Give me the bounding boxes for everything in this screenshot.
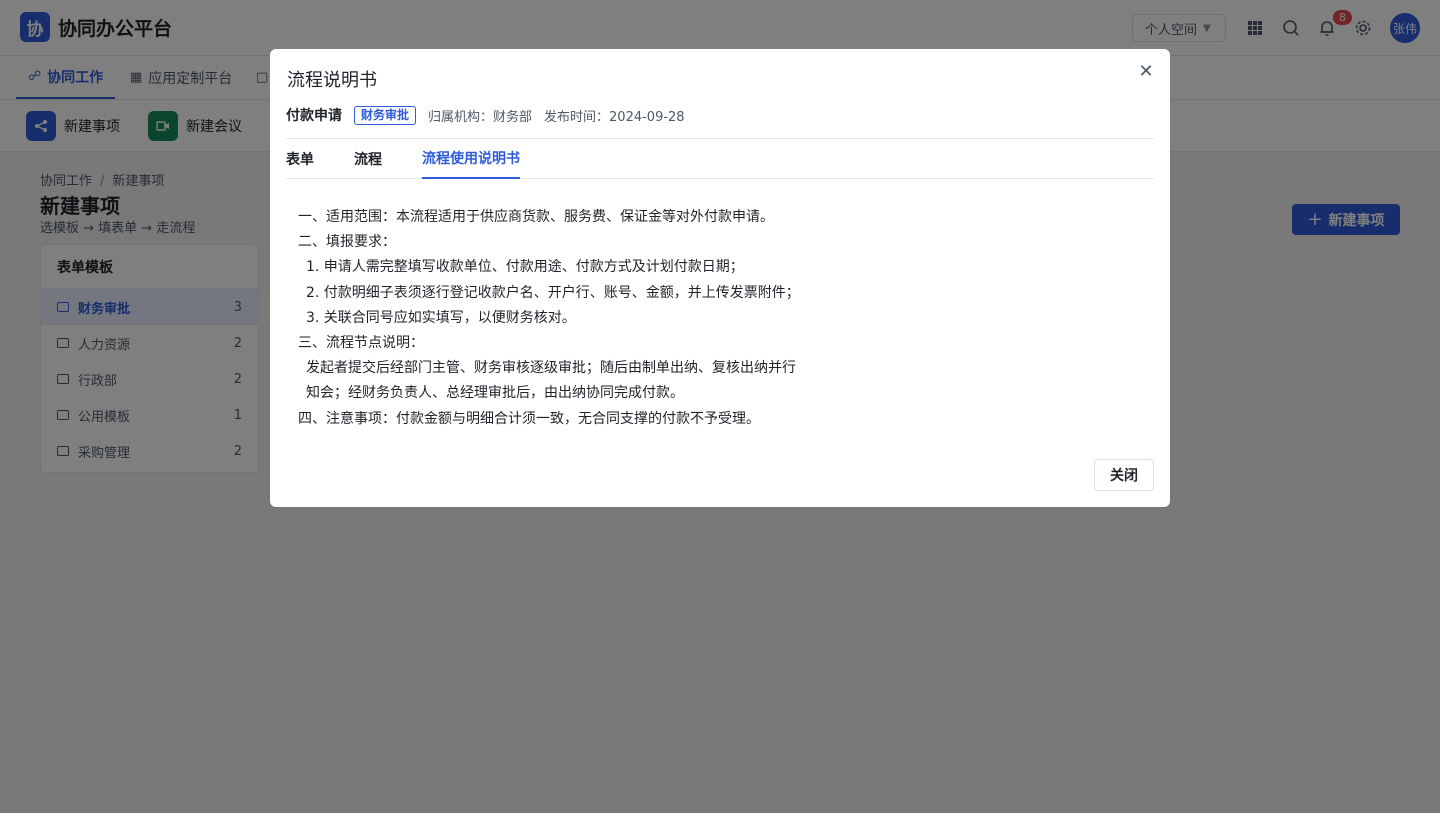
org-info: 归属机构：财务部	[428, 109, 533, 125]
dialog-title: 流程说明书	[287, 70, 377, 91]
manual-content: 一、适用范围：本流程适用于供应商货款、服务费、保证金等对外付款申请。 二、填报要…	[298, 205, 1138, 432]
manual-line: 2. 付款明细子表须逐行登记收款户名、开户行、账号、金额，并上传发票附件；	[306, 284, 800, 301]
manual-line: 知会；经财务负责人、总经理审批后，由出纳协同完成付款。	[306, 385, 684, 402]
dialog-tabs: 表单 流程 流程使用说明书	[286, 139, 1154, 179]
process-manual-dialog: 流程说明书 ✕ 付款申请 财务审批 归属机构：财务部 发布时间：2024-09-…	[270, 49, 1170, 507]
close-icon[interactable]: ✕	[1137, 61, 1155, 82]
manual-line: 一、适用范围：本流程适用于供应商货款、服务费、保证金等对外付款申请。	[298, 209, 774, 225]
manual-line: 发起者提交后经部门主管、财务审核逐级审批；随后由制单出纳、复核出纳并行	[306, 360, 796, 377]
manual-line: 三、流程节点说明：	[298, 334, 424, 351]
category-tag: 财务审批	[354, 105, 417, 125]
manual-line: 二、填报要求：	[298, 234, 396, 251]
manual-line: 3. 关联合同号应如实填写，以便财务核对。	[306, 309, 576, 326]
process-name: 付款申请	[286, 108, 342, 124]
close-button[interactable]: 关闭	[1094, 459, 1154, 491]
publish-time: 发布时间：2024-09-28	[544, 109, 685, 125]
tab-flow[interactable]: 流程	[354, 139, 382, 179]
manual-line: 四、注意事项：付款金额与明细合计须一致，无合同支撑的付款不予受理。	[298, 410, 760, 427]
manual-line: 1. 申请人需完整填写收款单位、付款用途、付款方式及计划付款日期；	[306, 259, 744, 276]
tab-form[interactable]: 表单	[286, 139, 314, 179]
process-meta: 付款申请 财务审批 归属机构：财务部 发布时间：2024-09-28	[286, 105, 697, 125]
tab-manual[interactable]: 流程使用说明书	[422, 139, 520, 179]
